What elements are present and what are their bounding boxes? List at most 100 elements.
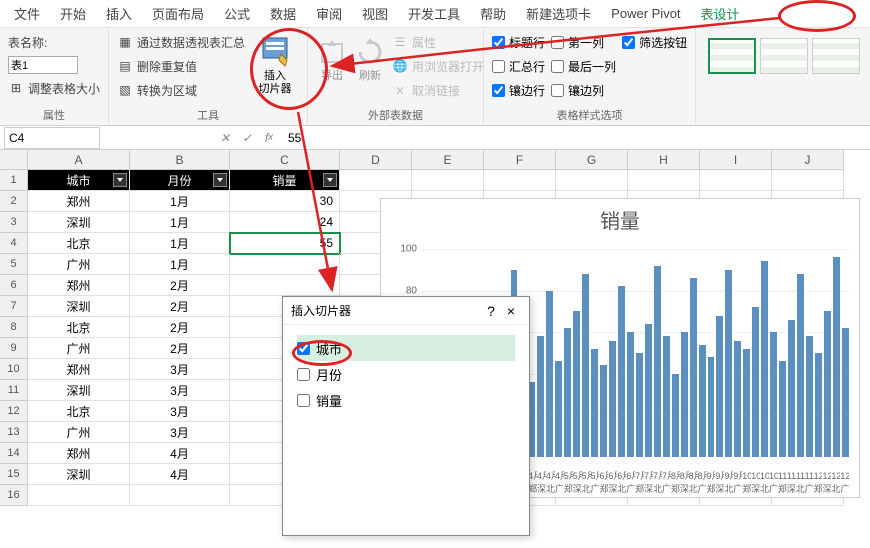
tab-help[interactable]: 帮助 <box>470 0 516 27</box>
cell[interactable] <box>412 170 484 191</box>
row-header[interactable]: 5 <box>0 254 28 275</box>
row-header[interactable]: 4 <box>0 233 28 254</box>
row-header[interactable]: 11 <box>0 380 28 401</box>
tab-insert[interactable]: 插入 <box>96 0 142 27</box>
insert-slicer-button[interactable]: 插入 切片器 <box>251 32 299 100</box>
cell[interactable] <box>700 170 772 191</box>
tab-data[interactable]: 数据 <box>260 0 306 27</box>
tab-table-design[interactable]: 表设计 <box>691 0 750 27</box>
cell[interactable]: 4月 <box>130 464 230 485</box>
row-header[interactable]: 6 <box>0 275 28 296</box>
slicer-field-option[interactable]: 销量 <box>297 387 515 413</box>
cell[interactable]: 广州 <box>28 254 130 275</box>
tab-file[interactable]: 文件 <box>4 0 50 27</box>
table-header-cell[interactable]: 月份 <box>130 170 230 191</box>
col-header-G[interactable]: G <box>556 150 628 170</box>
cell[interactable]: 30 <box>230 191 340 212</box>
cell[interactable] <box>130 485 230 506</box>
formula-value[interactable]: 55 <box>280 131 870 145</box>
cell[interactable]: 郑州 <box>28 443 130 464</box>
cell[interactable] <box>628 170 700 191</box>
dialog-help-button[interactable]: ? <box>481 303 501 319</box>
filter-dropdown-icon[interactable] <box>323 173 337 187</box>
cell[interactable] <box>556 170 628 191</box>
fx-button[interactable]: fx <box>258 127 280 149</box>
cell[interactable]: 广州 <box>28 422 130 443</box>
row-header[interactable]: 2 <box>0 191 28 212</box>
row-header[interactable]: 15 <box>0 464 28 485</box>
cell[interactable]: 广州 <box>28 338 130 359</box>
table-style-3[interactable] <box>812 38 860 74</box>
tab-page-layout[interactable]: 页面布局 <box>142 0 214 27</box>
filter-dropdown-icon[interactable] <box>113 173 127 187</box>
cell[interactable]: 1月 <box>130 254 230 275</box>
first-col-checkbox[interactable]: 第一列 <box>551 32 616 52</box>
summarize-pivot-button[interactable]: ▦ 通过数据透视表汇总 <box>117 32 245 52</box>
slicer-field-option[interactable]: 城市 <box>297 335 515 361</box>
enter-formula-button[interactable]: ✓ <box>236 127 258 149</box>
cell[interactable] <box>230 275 340 296</box>
dialog-close-button[interactable]: × <box>501 303 521 319</box>
table-name-input[interactable] <box>8 56 78 74</box>
remove-duplicates-button[interactable]: ▤ 删除重复值 <box>117 56 245 76</box>
cancel-formula-button[interactable]: ✕ <box>214 127 236 149</box>
cell[interactable] <box>772 170 844 191</box>
cell[interactable]: 郑州 <box>28 359 130 380</box>
cell[interactable]: 2月 <box>130 338 230 359</box>
banded-row-checkbox[interactable]: 镶边行 <box>492 80 545 100</box>
cell[interactable]: 55 <box>230 233 340 254</box>
col-header-A[interactable]: A <box>28 150 130 170</box>
col-header-C[interactable]: C <box>230 150 340 170</box>
tab-review[interactable]: 审阅 <box>306 0 352 27</box>
total-row-checkbox[interactable]: 汇总行 <box>492 56 545 76</box>
filter-checkbox[interactable]: 筛选按钮 <box>622 32 687 52</box>
cell[interactable] <box>484 170 556 191</box>
tab-developer[interactable]: 开发工具 <box>398 0 470 27</box>
cell[interactable]: 深圳 <box>28 296 130 317</box>
cell[interactable]: 24 <box>230 212 340 233</box>
cell[interactable]: 2月 <box>130 275 230 296</box>
row-header[interactable]: 13 <box>0 422 28 443</box>
banded-col-checkbox[interactable]: 镶边列 <box>551 80 616 100</box>
slicer-field-option[interactable]: 月份 <box>297 361 515 387</box>
cell[interactable]: 1月 <box>130 212 230 233</box>
tab-view[interactable]: 视图 <box>352 0 398 27</box>
cell[interactable]: 4月 <box>130 443 230 464</box>
tab-home[interactable]: 开始 <box>50 0 96 27</box>
filter-dropdown-icon[interactable] <box>213 173 227 187</box>
col-header-E[interactable]: E <box>412 150 484 170</box>
col-header-D[interactable]: D <box>340 150 412 170</box>
cell[interactable] <box>28 485 130 506</box>
col-header-I[interactable]: I <box>700 150 772 170</box>
table-style-1[interactable] <box>708 38 756 74</box>
row-header[interactable]: 7 <box>0 296 28 317</box>
col-header-J[interactable]: J <box>772 150 844 170</box>
row-header[interactable]: 16 <box>0 485 28 506</box>
row-header[interactable]: 1 <box>0 170 28 191</box>
tab-custom[interactable]: 新建选项卡 <box>516 0 601 27</box>
cell[interactable]: 北京 <box>28 317 130 338</box>
name-box[interactable] <box>4 127 100 149</box>
cell[interactable]: 2月 <box>130 317 230 338</box>
cell[interactable]: 郑州 <box>28 275 130 296</box>
col-header-F[interactable]: F <box>484 150 556 170</box>
table-header-cell[interactable]: 城市 <box>28 170 130 191</box>
table-header-cell[interactable]: 销量 <box>230 170 340 191</box>
select-all-corner[interactable] <box>0 150 28 170</box>
cell[interactable]: 1月 <box>130 191 230 212</box>
cell[interactable]: 1月 <box>130 233 230 254</box>
cell[interactable]: 3月 <box>130 401 230 422</box>
table-style-2[interactable] <box>760 38 808 74</box>
cell[interactable]: 3月 <box>130 422 230 443</box>
cell[interactable]: 北京 <box>28 401 130 422</box>
cell[interactable] <box>340 170 412 191</box>
row-header[interactable]: 9 <box>0 338 28 359</box>
row-header[interactable]: 12 <box>0 401 28 422</box>
cell[interactable]: 深圳 <box>28 212 130 233</box>
resize-table-button[interactable]: ⊞ 调整表格大小 <box>8 78 100 98</box>
cell[interactable] <box>230 254 340 275</box>
header-row-checkbox[interactable]: 标题行 <box>492 32 545 52</box>
row-header[interactable]: 14 <box>0 443 28 464</box>
cell[interactable]: 3月 <box>130 380 230 401</box>
row-header[interactable]: 8 <box>0 317 28 338</box>
